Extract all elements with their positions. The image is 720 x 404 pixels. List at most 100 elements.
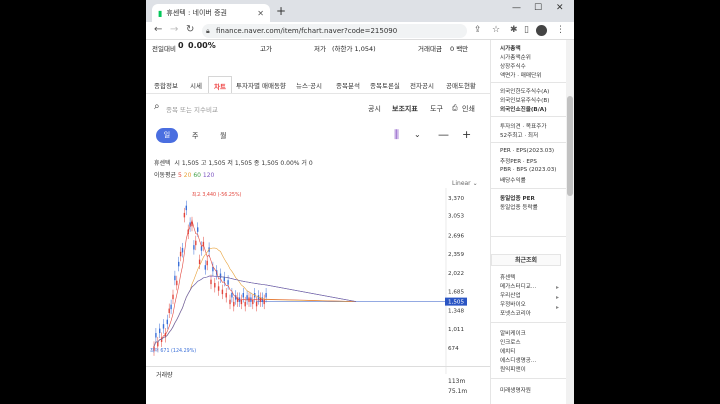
low-label: 저가 [314, 45, 326, 53]
popular-item[interactable]: 인크로스 [500, 338, 521, 346]
amount-label: 거래대금 [418, 45, 442, 53]
popular-item[interactable]: 에치티 [500, 347, 515, 355]
chevron-down-icon[interactable]: ⌄ [414, 130, 421, 139]
forward-icon[interactable]: → [170, 24, 178, 35]
search-icon[interactable]: ⌕ [154, 101, 160, 112]
ma60-line [153, 275, 357, 347]
url-text: finance.naver.com/item/fchart.naver?code… [216, 27, 398, 35]
candle-body [242, 292, 244, 298]
tab-overview[interactable]: 종합정보 [154, 80, 178, 90]
popular-item[interactable]: 원익피앤이 [500, 365, 526, 373]
disclosure-link[interactable]: 공시 [368, 104, 381, 114]
zoom-out-icon[interactable]: — [438, 128, 449, 141]
candle-body [198, 259, 201, 265]
recent-item[interactable]: 우리산업 [500, 291, 521, 299]
info-line: 상장주식수 [500, 64, 526, 70]
print-icon[interactable]: ⎙ [452, 104, 458, 113]
candle-body [204, 265, 206, 270]
y-tick-label: 674 [448, 346, 459, 352]
tools-link[interactable]: 도구 [430, 104, 443, 114]
page-scrollbar[interactable] [566, 40, 574, 404]
candle-body [170, 304, 172, 310]
reload-icon[interactable]: ↻ [186, 24, 194, 35]
divider [491, 378, 574, 379]
scrollbar-thumb[interactable] [567, 96, 573, 196]
popular-item[interactable]: 에스디생명공... [500, 356, 536, 364]
tab-disclosure[interactable]: 전자공시 [410, 80, 434, 90]
recent-item[interactable]: 우정바이오 [500, 300, 526, 308]
divider [491, 116, 574, 117]
share-icon[interactable]: ⇪ [474, 25, 482, 35]
y-tick-label: 1,348 [448, 308, 464, 314]
recent-item[interactable]: 메가스터디교... [500, 282, 536, 290]
profile-avatar[interactable] [536, 25, 547, 36]
period-week-button[interactable]: 주 [192, 131, 198, 141]
info-line: PER · EPS(2023.03) [500, 148, 555, 154]
maximize-icon[interactable]: ☐ [534, 3, 542, 13]
y-tick-label: 3,370 [448, 196, 464, 202]
search-input[interactable]: 종목 또는 지수비교 [166, 104, 218, 114]
price-chart[interactable]: 3,370 3,053 2,696 2,359 2,022 1,685 1,348 1,011… [146, 188, 490, 374]
lock-icon: 🔒︎ [206, 27, 210, 35]
candle-body [265, 292, 267, 298]
candle-body [195, 240, 197, 246]
popular-item[interactable]: 알비케이크 [500, 329, 526, 337]
recent-item[interactable]: 휴센텍 [500, 273, 515, 281]
browser-window: ▮ 휴센텍 : 네이버 증권 ✕ + — ☐ ✕ ← → ↻ 🔒︎ financ… [146, 0, 574, 404]
tab-analysis[interactable]: 종목분석 [336, 80, 360, 90]
sidebar-icon[interactable]: ▯ [524, 25, 529, 35]
low-marker: 최저 671 (124.29%) [150, 347, 196, 354]
close-window-icon[interactable]: ✕ [556, 3, 564, 13]
info-line: 52주최고 · 최저 [500, 133, 539, 139]
y-tick-label: 2,696 [448, 233, 464, 239]
scale-selector[interactable]: Linear ⌄ [452, 180, 478, 187]
candle-type-icon[interactable]: ⫼ [394, 128, 399, 142]
tab-short-selling[interactable]: 공매도현황 [446, 80, 476, 90]
indicator-link[interactable]: 보조지표 [392, 104, 418, 114]
candle-body [219, 273, 222, 278]
candle-body [197, 227, 199, 232]
candle-body [185, 205, 187, 211]
candle-body [162, 324, 165, 329]
period-day-button[interactable]: 일 [156, 128, 178, 143]
info-line: 외국인보유주식수(B) [500, 98, 550, 104]
popular-item[interactable]: 미래생명자원 [500, 386, 531, 394]
zoom-in-icon[interactable]: + [462, 128, 471, 141]
bookmark-star-icon[interactable]: ☆ [492, 25, 500, 35]
y-tick-label: 1,011 [448, 327, 464, 333]
print-link[interactable]: 인쇄 [462, 104, 475, 114]
menu-icon[interactable]: ⋮ [556, 25, 565, 35]
high-label: 고가 [260, 45, 272, 53]
tab-news[interactable]: 뉴스·공시 [296, 80, 322, 90]
extensions-icon[interactable]: ✱ [510, 25, 518, 35]
candle-body [210, 279, 212, 285]
candle-body [227, 280, 229, 285]
recent-views-header[interactable]: 최근조회 [491, 254, 561, 266]
moving-average-legend: 이동평균 5 20 60 120 [154, 170, 214, 179]
price-info: 휴센텍 시 1,505 고 1,505 저 1,505 종 1,505 0.00… [154, 158, 313, 167]
url-field[interactable]: 🔒︎ finance.naver.com/item/fchart.naver?c… [202, 24, 467, 38]
tab-chart[interactable]: 차트 [208, 76, 232, 93]
new-tab-icon[interactable]: + [276, 4, 286, 18]
tab-investor-trend[interactable]: 투자자별 매매동향 [236, 80, 286, 90]
volume-tick: 113m [448, 378, 466, 385]
candle-body [231, 292, 233, 298]
candle-body [168, 308, 170, 314]
candle-body [174, 275, 176, 281]
minimize-icon[interactable]: — [512, 3, 521, 13]
tab-quote[interactable]: 시세 [190, 80, 202, 90]
info-line: 추정PER · EPS [500, 159, 537, 165]
compare-search: ⌕ 종목 또는 지수비교 공시 보조지표 도구 ⎙ 인쇄 [146, 100, 490, 118]
period-month-button[interactable]: 월 [220, 131, 226, 141]
page-content: 전일대비 0 0.00% 고가 저가 (하한가 1,054) 거래대금 0 백만… [146, 40, 574, 404]
candle-body [178, 261, 180, 267]
back-icon[interactable]: ← [154, 24, 162, 35]
info-line: 외국인소진율(B/A) [500, 107, 547, 113]
tab-discussion[interactable]: 종목토론실 [370, 80, 400, 90]
recent-item[interactable]: 포넷스코리아 [500, 309, 531, 317]
close-tab-icon[interactable]: ✕ [257, 9, 264, 18]
candle-body [179, 251, 182, 257]
candle-body [155, 333, 157, 338]
browser-tab[interactable]: ▮ 휴센텍 : 네이버 증권 ✕ [152, 4, 270, 22]
candle-body [200, 246, 203, 251]
